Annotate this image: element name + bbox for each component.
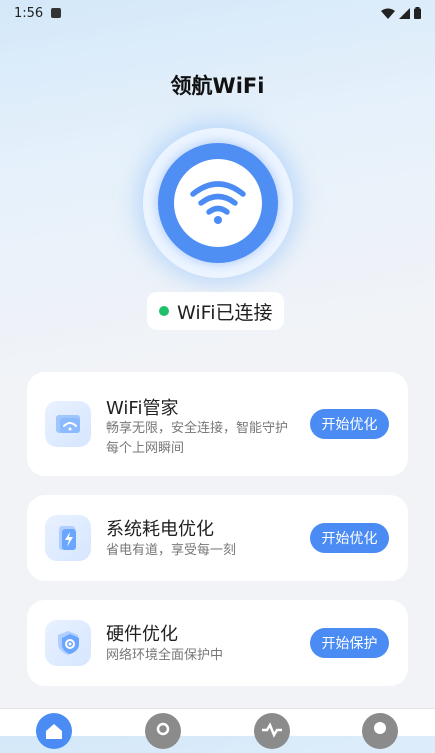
notification-icon: [51, 8, 62, 18]
card-title: WiFi管家: [106, 398, 179, 419]
connected-dot: [159, 306, 169, 316]
connection-status: WiFi已连接: [147, 292, 285, 330]
shield-gear-icon: [45, 620, 91, 666]
heart-pulse-icon[interactable]: [254, 713, 290, 749]
status-bar: 1:56: [0, 0, 435, 26]
card-description: 省电有道，享受每一刻: [106, 543, 237, 558]
card-description: 畅享无限，安全连接，智能守护每个上网瞬间: [106, 421, 289, 456]
wifi-manager-icon: [45, 401, 91, 447]
connection-status-text: WiFi已连接: [177, 301, 273, 324]
card-battery-optimize[interactable]: 系统耗电优化 省电有道，享受每一刻 开始优化: [27, 495, 408, 581]
battery-icon: [45, 515, 91, 561]
battery-status-icon: [414, 7, 421, 19]
cell-signal-icon: [399, 7, 410, 19]
card-hardware-optimize[interactable]: 硬件优化 网络环境全面保护中 开始保护: [27, 600, 408, 686]
start-protect-button[interactable]: 开始保护: [310, 628, 389, 658]
rocket-icon[interactable]: [145, 713, 181, 749]
app-title: 领航WiFi: [170, 74, 265, 98]
wifi-signal-icon: [381, 8, 395, 19]
card-description: 网络环境全面保护中: [106, 648, 224, 663]
card-title: 硬件优化: [106, 624, 178, 645]
start-optimize-button[interactable]: 开始优化: [310, 523, 389, 553]
wifi-icon: [190, 181, 246, 224]
start-optimize-button[interactable]: 开始优化: [310, 409, 389, 439]
card-wifi-manager[interactable]: WiFi管家 畅享无限，安全连接，智能守护每个上网瞬间 开始优化: [27, 372, 408, 476]
profile-icon[interactable]: [362, 713, 398, 749]
bottom-tab-bar: [0, 708, 435, 749]
home-icon[interactable]: [36, 713, 72, 749]
wifi-connect-button[interactable]: [174, 159, 262, 247]
status-time: 1:56: [14, 5, 44, 21]
system-icons: [381, 7, 421, 19]
card-title: 系统耗电优化: [106, 519, 214, 540]
